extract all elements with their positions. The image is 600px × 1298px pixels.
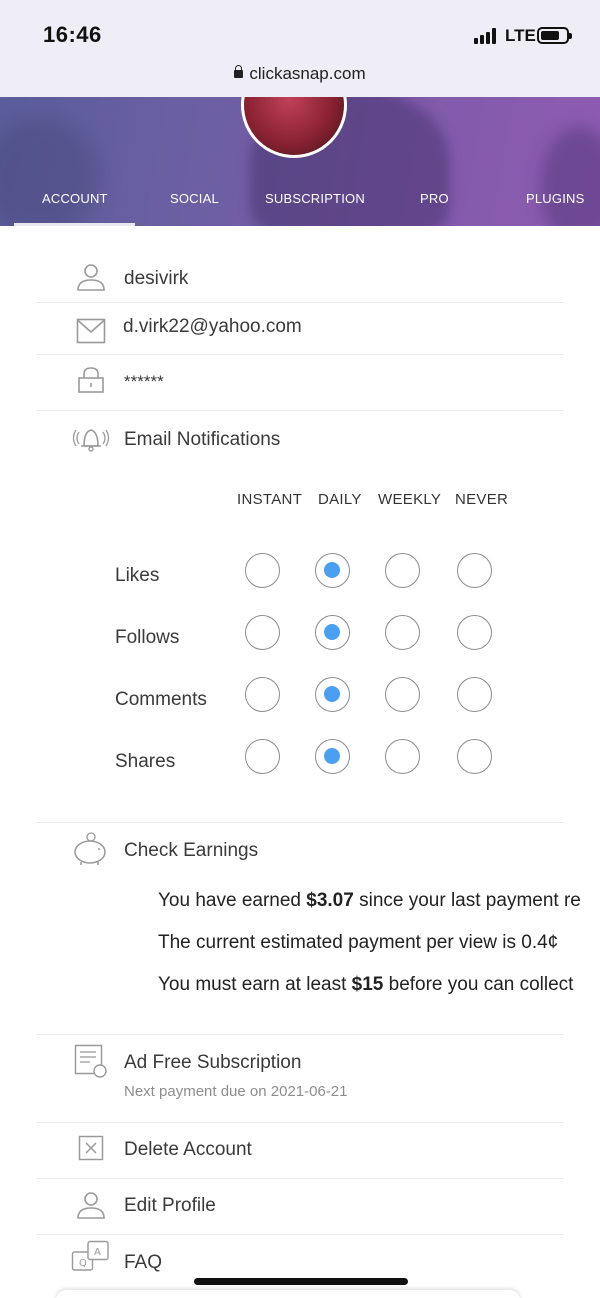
receipt-icon: [74, 1044, 107, 1078]
network-type: LTE: [505, 26, 536, 45]
email-notifications-title: Email Notifications: [124, 429, 281, 450]
radio-comments-daily[interactable]: [315, 677, 350, 712]
username-field[interactable]: desivirk: [124, 268, 188, 290]
radio-shares-instant[interactable]: [245, 739, 280, 774]
payment-per-view-text: The current estimated payment per view i…: [158, 932, 559, 953]
notification-row-label: Follows: [115, 627, 180, 648]
faq-icon: Q A: [71, 1240, 109, 1271]
lock-icon: [78, 367, 104, 393]
mail-icon: [76, 318, 106, 344]
tab-subscription[interactable]: SUBSCRIPTION: [265, 191, 365, 206]
radio-follows-weekly[interactable]: [385, 615, 420, 650]
divider: [36, 1122, 564, 1123]
battery-icon: [537, 27, 572, 44]
divider: [36, 354, 564, 355]
lock-icon: [234, 65, 244, 78]
svg-text:Q: Q: [79, 1258, 87, 1269]
minimum-payout-text: You must earn at least $15 before you ca…: [158, 974, 574, 995]
radio-comments-never[interactable]: [457, 677, 492, 712]
radio-follows-never[interactable]: [457, 615, 492, 650]
radio-likes-instant[interactable]: [245, 553, 280, 588]
earnings-total-text: You have earned $3.07 since your last pa…: [158, 890, 581, 911]
radio-likes-daily[interactable]: [315, 553, 350, 588]
edit-profile-button[interactable]: Edit Profile: [124, 1195, 216, 1217]
delete-account-button[interactable]: Delete Account: [124, 1139, 252, 1161]
faq-link[interactable]: FAQ: [124, 1252, 162, 1274]
radio-shares-weekly[interactable]: [385, 739, 420, 774]
radio-likes-weekly[interactable]: [385, 553, 420, 588]
earnings-amount: $3.07: [306, 890, 354, 911]
divider: [36, 302, 564, 303]
divider: [36, 1034, 564, 1035]
column-instant: INSTANT: [237, 491, 303, 508]
user-icon: [77, 264, 105, 291]
tab-pro[interactable]: PRO: [420, 191, 449, 206]
account-tabs: ACCOUNT SOCIAL SUBSCRIPTION PRO PLUGINS: [0, 183, 600, 226]
status-time: 16:46: [43, 22, 102, 47]
active-tab-indicator: [14, 223, 135, 226]
notification-row-label: Shares: [115, 751, 176, 772]
column-never: NEVER: [455, 491, 509, 508]
radio-likes-never[interactable]: [457, 553, 492, 588]
divider: [36, 1178, 564, 1179]
url-text: clickasnap.com: [249, 64, 366, 83]
radio-follows-instant[interactable]: [245, 615, 280, 650]
next-payment-note: Next payment due on 2021-06-21: [124, 1083, 348, 1100]
radio-comments-instant[interactable]: [245, 677, 280, 712]
radio-shares-never[interactable]: [457, 739, 492, 774]
home-indicator[interactable]: [194, 1278, 408, 1285]
signal-icon: [474, 28, 500, 44]
user-icon: [77, 1192, 105, 1219]
column-weekly: WEEKLY: [378, 491, 442, 508]
password-field[interactable]: ******: [124, 372, 164, 392]
profile-banner: ACCOUNT SOCIAL SUBSCRIPTION PRO PLUGINS: [0, 97, 600, 226]
divider: [36, 1234, 564, 1235]
radio-comments-weekly[interactable]: [385, 677, 420, 712]
divider: [36, 410, 564, 411]
minimum-payout-amount: $15: [351, 974, 384, 995]
radio-shares-daily[interactable]: [315, 739, 350, 774]
ad-free-subscription-title[interactable]: Ad Free Subscription: [124, 1052, 301, 1074]
check-earnings-title[interactable]: Check Earnings: [124, 840, 258, 862]
svg-text:A: A: [94, 1247, 101, 1258]
browser-top-bar: 16:46 LTE clickasnap.com: [0, 0, 600, 97]
piggy-bank-icon: [74, 832, 106, 865]
column-daily: DAILY: [318, 491, 362, 508]
tab-social[interactable]: SOCIAL: [170, 191, 219, 206]
email-field[interactable]: d.virk22@yahoo.com: [123, 316, 302, 338]
tab-plugins[interactable]: PLUGINS: [526, 191, 584, 206]
tab-account[interactable]: ACCOUNT: [42, 191, 108, 206]
delete-box-icon: [78, 1135, 104, 1161]
url-bar[interactable]: clickasnap.com: [0, 64, 600, 84]
notification-row-label: Comments: [115, 689, 207, 710]
radio-follows-daily[interactable]: [315, 615, 350, 650]
bottom-sheet-edge: [56, 1290, 520, 1298]
bell-icon: [72, 429, 110, 452]
notification-row-label: Likes: [115, 565, 160, 586]
divider: [36, 822, 564, 823]
